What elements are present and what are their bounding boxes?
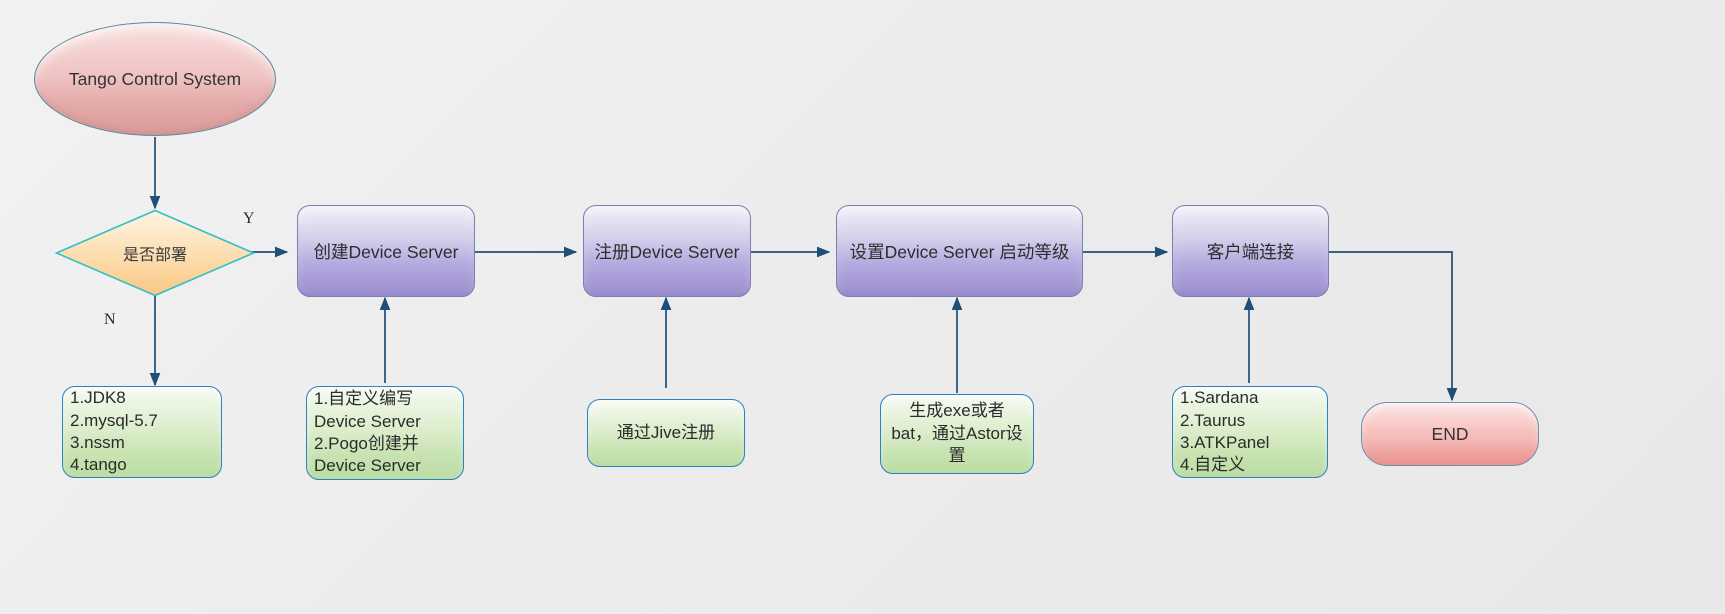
- list-item: 生成exe或者: [909, 401, 1005, 421]
- process-register-device-server[interactable]: 注册Device Server: [583, 205, 751, 297]
- list-item: Device Server: [314, 456, 421, 476]
- list-item: 置: [948, 446, 966, 466]
- edge-label-yes: Y: [243, 210, 255, 227]
- detail-client-tools[interactable]: 1.Sardana 2.Taurus 3.ATKPanel 4.自定义: [1172, 386, 1328, 478]
- list-item: 2.Taurus: [1180, 410, 1246, 430]
- list-item: Device Server: [314, 411, 421, 431]
- list-item: 4.tango: [70, 455, 127, 475]
- process-set-startup-level[interactable]: 设置Device Server 启动等级: [836, 205, 1083, 297]
- detail-client-tools-lines: 1.Sardana 2.Taurus 3.ATKPanel 4.自定义: [1173, 387, 1327, 477]
- detail-create-methods[interactable]: 1.自定义编写 Device Server 2.Pogo创建并 Device S…: [306, 386, 464, 480]
- detail-create-methods-lines: 1.自定义编写 Device Server 2.Pogo创建并 Device S…: [307, 388, 463, 478]
- edge-process4-to-end: [1329, 251, 1458, 402]
- list-item: 3.nssm: [70, 433, 125, 452]
- flowchart-canvas: Tango Control System 是否部署 Y N 创建Device S…: [0, 0, 1725, 614]
- list-item: 3.ATKPanel: [1180, 433, 1270, 452]
- process-create-device-server[interactable]: 创建Device Server: [297, 205, 475, 297]
- process-client-connection-label: 客户端连接: [1206, 241, 1295, 262]
- detail-prerequisites[interactable]: 1.JDK8 2.mysql-5.7 3.nssm 4.tango: [62, 386, 222, 478]
- process-set-startup-level-label: 设置Device Server 启动等级: [849, 241, 1070, 262]
- process-register-device-server-label: 注册Device Server: [594, 241, 740, 262]
- decision-node-label: 是否部署: [122, 247, 187, 264]
- list-item: bat，通过Astor设: [891, 423, 1023, 443]
- list-item: 2.Pogo创建并: [314, 434, 419, 453]
- edge-label-no: N: [104, 311, 116, 328]
- process-client-connection[interactable]: 客户端连接: [1172, 205, 1329, 297]
- detail-startup-method[interactable]: 生成exe或者 bat，通过Astor设 置: [880, 394, 1034, 474]
- list-item: 1.自定义编写: [314, 389, 414, 409]
- start-node-label: Tango Control System: [68, 68, 242, 89]
- detail-register-method[interactable]: 通过Jive注册: [587, 399, 745, 467]
- list-item: 1.Sardana: [1180, 388, 1259, 408]
- end-node-label: END: [1431, 423, 1469, 444]
- detail-startup-method-lines: 生成exe或者 bat，通过Astor设 置: [881, 400, 1033, 467]
- list-item: 2.mysql-5.7: [70, 410, 158, 430]
- start-node[interactable]: Tango Control System: [34, 22, 276, 136]
- process-create-device-server-label: 创建Device Server: [313, 241, 459, 262]
- list-item: 4.自定义: [1180, 455, 1246, 475]
- list-item: 1.JDK8: [70, 388, 126, 408]
- end-node[interactable]: END: [1361, 402, 1539, 466]
- decision-node[interactable]: 是否部署: [55, 209, 255, 297]
- detail-register-method-lines: 通过Jive注册: [588, 422, 744, 444]
- detail-prerequisites-lines: 1.JDK8 2.mysql-5.7 3.nssm 4.tango: [63, 387, 221, 477]
- list-item: 通过Jive注册: [616, 422, 716, 442]
